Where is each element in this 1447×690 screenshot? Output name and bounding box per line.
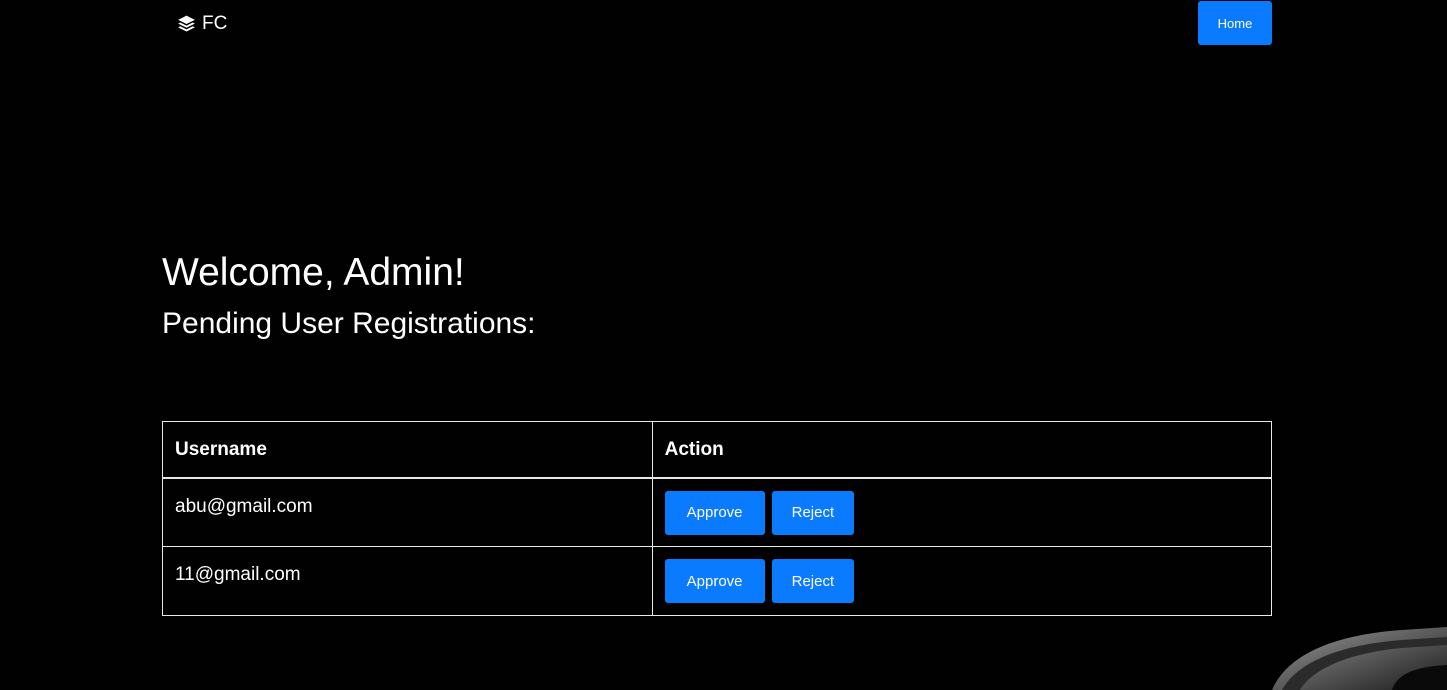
- table-header-row: Username Action: [162, 421, 1273, 479]
- brand-link[interactable]: FC: [176, 13, 227, 35]
- home-button[interactable]: Home: [1198, 1, 1272, 45]
- brand-text: FC: [202, 13, 228, 34]
- background-decoration: [1272, 627, 1447, 690]
- username-cell: abu@gmail.com: [162, 477, 653, 547]
- reject-button[interactable]: Reject: [771, 559, 854, 603]
- pending-users-table: Username Action abu@gmail.com Approve Re…: [162, 421, 1273, 616]
- layers-icon: [178, 15, 195, 32]
- table-row: abu@gmail.com Approve Reject: [162, 477, 1273, 547]
- reject-button[interactable]: Reject: [771, 490, 854, 535]
- approve-button[interactable]: Approve: [664, 490, 765, 535]
- action-cell: Approve Reject: [651, 546, 1273, 616]
- pending-registrations-heading: Pending User Registrations:: [162, 307, 536, 340]
- username-cell: 11@gmail.com: [162, 546, 653, 616]
- approve-button[interactable]: Approve: [664, 559, 765, 603]
- action-column-header: Action: [651, 421, 1273, 479]
- welcome-heading: Welcome, Admin!: [162, 251, 465, 294]
- table-row: 11@gmail.com Approve Reject: [162, 546, 1273, 616]
- username-column-header: Username: [162, 421, 653, 479]
- navbar: FC Home: [0, 0, 1447, 48]
- page: FC Home Welcome, Admin! Pending User Reg…: [0, 0, 1447, 690]
- action-cell: Approve Reject: [651, 477, 1273, 547]
